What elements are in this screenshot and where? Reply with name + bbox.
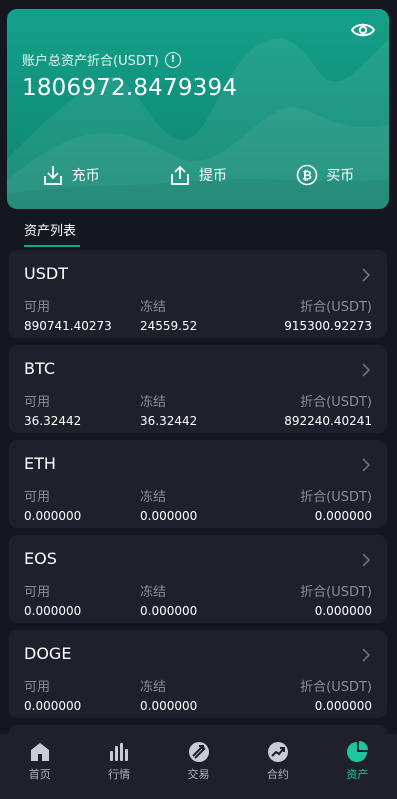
available-label: 可用 (24, 585, 51, 600)
svg-text:₿: ₿ (302, 169, 312, 183)
withdraw-label: 提币 (198, 168, 227, 184)
frozen-label: 冻结 (140, 395, 167, 410)
available-value: 0.000000 (24, 699, 82, 713)
frozen-value: 36.32442 (140, 414, 198, 428)
equiv-value: 0.000000 (314, 699, 372, 713)
frozen-label: 冻结 (140, 680, 167, 695)
frozen-value: 0.000000 (140, 699, 198, 713)
tab-market[interactable]: 行情 (79, 734, 158, 799)
withdraw-button[interactable]: 提币 (134, 164, 261, 186)
chevron-right-icon (362, 553, 371, 567)
market-icon (110, 743, 129, 761)
available-value: 0.000000 (24, 604, 82, 618)
tab-assets[interactable]: 资产 (318, 734, 397, 799)
eye-icon[interactable] (351, 21, 375, 39)
frozen-label: 冻结 (140, 585, 167, 600)
asset-card-doge[interactable]: DOGE 可用 冻结 折合(USDT) 0.000000 0.000000 0.… (9, 630, 387, 718)
equiv-value: 892240.40241 (284, 414, 372, 428)
tab-asset-list[interactable]: 资产列表 (24, 220, 76, 239)
chevron-right-icon (362, 648, 371, 662)
contract-icon (267, 742, 288, 762)
info-icon[interactable]: ! (164, 51, 181, 68)
equiv-label: 折合(USDT) (300, 490, 372, 505)
assets-icon (347, 741, 369, 762)
available-value: 890741.40273 (24, 319, 112, 333)
tab-contract[interactable]: 合约 (238, 734, 317, 799)
asset-name: BTC (24, 359, 55, 378)
bottom-tab-bar: 首页 行情 交易 合约 资产 (0, 734, 397, 799)
frozen-label: 冻结 (140, 490, 167, 505)
asset-card-btc[interactable]: BTC 可用 冻结 折合(USDT) 36.32442 36.32442 892… (9, 345, 387, 433)
trade-icon (188, 742, 209, 762)
asset-name: DOGE (24, 644, 72, 663)
chevron-right-icon (362, 363, 371, 377)
home-icon (30, 743, 49, 761)
available-label: 可用 (24, 300, 51, 315)
tab-trade-label: 交易 (187, 768, 210, 781)
tab-trade[interactable]: 交易 (159, 734, 238, 799)
asset-actions: 充币 提币 ₿ 买币 (7, 164, 389, 186)
asset-card-usdt[interactable]: USDT 可用 冻结 折合(USDT) 890741.40273 24559.5… (9, 250, 387, 338)
deposit-button[interactable]: 充币 (7, 164, 134, 186)
bitcoin-icon: ₿ (297, 164, 318, 186)
tab-market-label: 行情 (108, 768, 131, 781)
asset-name: EOS (24, 549, 57, 568)
equiv-value: 0.000000 (314, 604, 372, 618)
available-label: 可用 (24, 680, 51, 695)
available-label: 可用 (24, 395, 51, 410)
frozen-value: 0.000000 (140, 509, 198, 523)
frozen-value: 24559.52 (140, 319, 198, 333)
total-assets-value: 1806972.8479394 (22, 75, 238, 101)
total-assets-label-text: 账户总资产折合(USDT) (22, 54, 159, 69)
tab-assets-label: 资产 (346, 768, 369, 781)
chevron-right-icon (362, 268, 371, 282)
active-tab-indicator (24, 245, 80, 247)
tab-home-label: 首页 (28, 768, 51, 781)
buy-label: 买币 (326, 168, 355, 184)
frozen-label: 冻结 (140, 300, 167, 315)
buy-button[interactable]: ₿ 买币 (262, 164, 389, 186)
equiv-value: 915300.92273 (284, 319, 372, 333)
equiv-label: 折合(USDT) (300, 395, 372, 410)
equiv-label: 折合(USDT) (300, 680, 372, 695)
deposit-icon (43, 166, 62, 185)
asset-card-eth[interactable]: ETH 可用 冻结 折合(USDT) 0.000000 0.000000 0.0… (9, 440, 387, 528)
asset-name: ETH (24, 454, 56, 473)
chevron-right-icon (362, 458, 371, 472)
tab-contract-label: 合约 (266, 768, 289, 781)
equiv-label: 折合(USDT) (300, 585, 372, 600)
available-value: 0.000000 (24, 509, 82, 523)
tab-home[interactable]: 首页 (0, 734, 79, 799)
asset-name: USDT (24, 264, 68, 283)
equiv-value: 0.000000 (314, 509, 372, 523)
frozen-value: 0.000000 (140, 604, 198, 618)
total-assets-label: 账户总资产折合(USDT) ! (22, 50, 181, 69)
deposit-label: 充币 (71, 168, 100, 184)
equiv-label: 折合(USDT) (300, 300, 372, 315)
available-label: 可用 (24, 490, 51, 505)
asset-card-eos[interactable]: EOS 可用 冻结 折合(USDT) 0.000000 0.000000 0.0… (9, 535, 387, 623)
available-value: 36.32442 (24, 414, 82, 428)
withdraw-icon (171, 165, 189, 185)
asset-summary-card: 账户总资产折合(USDT) ! 1806972.8479394 充币 提币 ₿ … (7, 9, 389, 209)
